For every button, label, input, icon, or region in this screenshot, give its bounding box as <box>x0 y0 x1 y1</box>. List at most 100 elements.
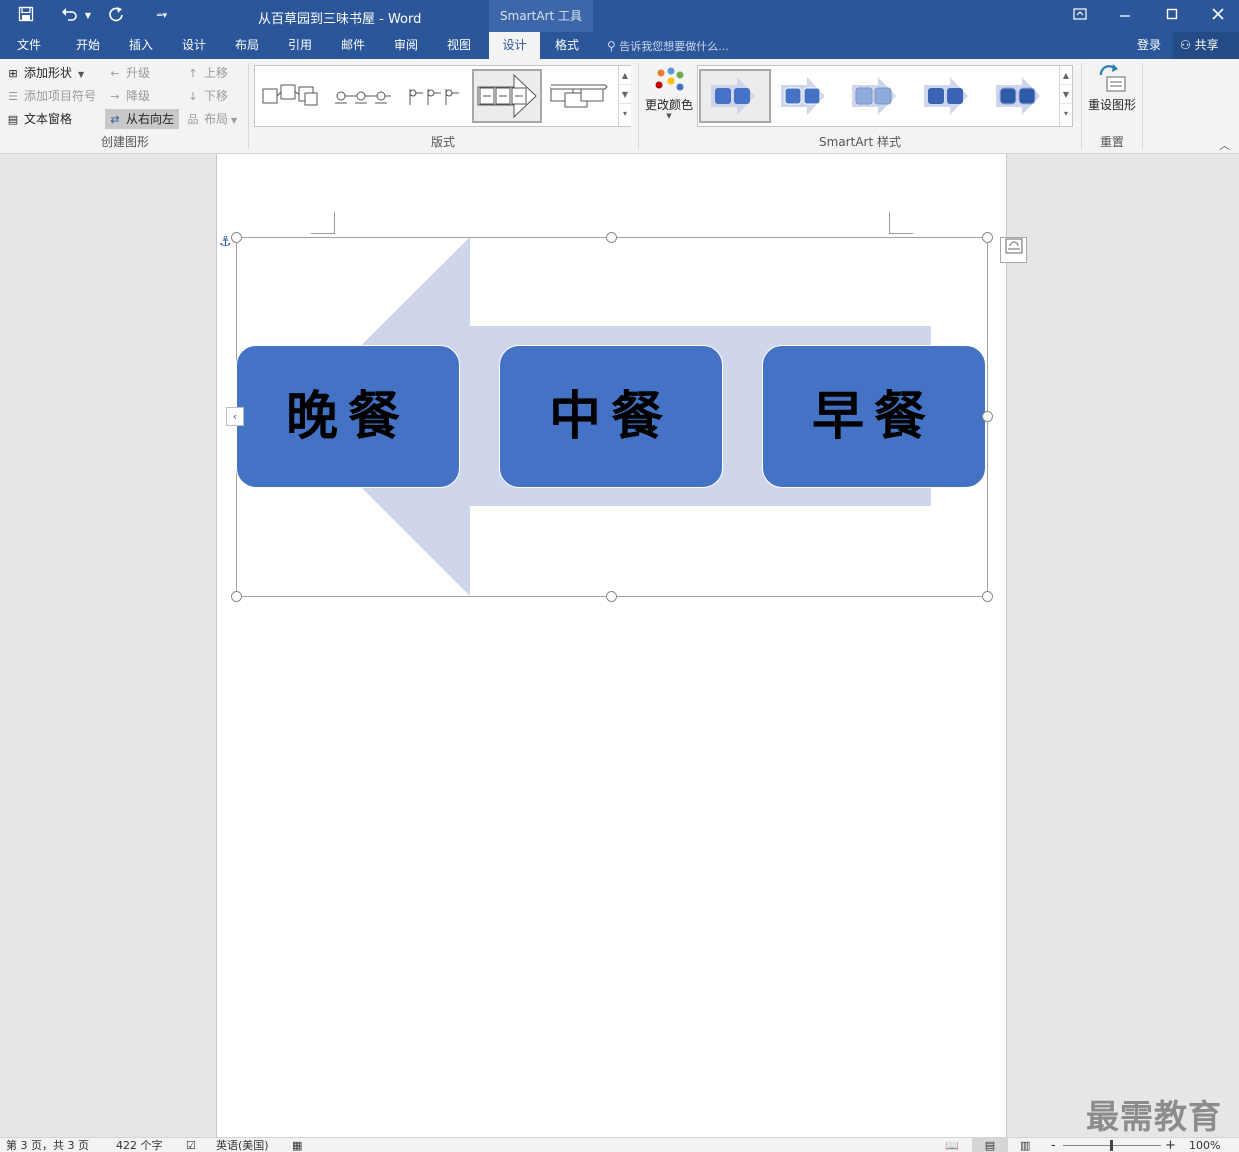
tab-file[interactable]: 文件 <box>5 32 53 59</box>
smartart-box-dinner[interactable]: 晚餐 <box>236 345 460 488</box>
chevron-down-icon: ▼ <box>666 112 672 120</box>
zoom-in-button[interactable]: + <box>1165 1138 1176 1152</box>
zoom-level[interactable]: 100% <box>1189 1138 1220 1152</box>
expand-gallery-icon[interactable]: ▾ <box>1060 104 1072 123</box>
share-button[interactable]: ⚇ 共享 <box>1173 32 1239 59</box>
status-bar: 第 3 页，共 3 页 422 个字 ☑ 英语(美国) ▦ 📖 ▤ ▥ - + … <box>0 1137 1239 1152</box>
minimize-icon[interactable] <box>1111 5 1139 27</box>
watermark-logo: 最需教育 <box>1086 1097 1222 1136</box>
person-icon: ⚇ <box>1180 38 1191 52</box>
tell-me-search[interactable]: ⚲ 告诉我您想要做什么... <box>607 38 729 55</box>
chevron-up-icon[interactable]: ▲ <box>619 66 631 85</box>
layouts-group-label: 版式 <box>430 135 455 149</box>
text-pane-toggle-icon[interactable]: ‹ <box>226 407 244 426</box>
hierarchy-icon: 品 <box>187 113 199 126</box>
resize-handle-right[interactable] <box>982 411 993 422</box>
create-graphic-group-label: 创建图形 <box>100 135 149 149</box>
layout-option-4-selected[interactable] <box>472 69 542 123</box>
layout-option-3[interactable] <box>401 69 465 123</box>
resize-handle-bottom-right[interactable] <box>982 591 993 602</box>
layouts-gallery-scroll[interactable]: ▲ ▼ ▾ <box>618 66 631 126</box>
ribbon-tab-row: 文件 开始 插入 设计 布局 引用 邮件 审阅 视图 设计 格式 ⚲ 告诉我您想… <box>0 32 1239 59</box>
tab-insert[interactable]: 插入 <box>117 32 165 59</box>
undo-icon[interactable] <box>58 6 82 26</box>
anchor-icon: ⚓ <box>219 234 232 250</box>
ribbon-display-options-icon[interactable] <box>1066 5 1094 27</box>
arrow-left-icon: ← <box>110 67 120 80</box>
chevron-down-icon[interactable]: ▼ <box>1060 85 1072 104</box>
add-shape-button[interactable]: ⊞ 添加形状 ▼ <box>6 63 84 83</box>
style-option-3[interactable] <box>844 69 910 123</box>
title-bar: ▼ ═▾ 从百草园到三味书屋 - Word SmartArt 工具 <box>0 0 1239 32</box>
reset-graphic-label: 重设图形 <box>1087 98 1136 112</box>
style-option-5[interactable] <box>988 69 1054 123</box>
move-up-button[interactable]: ↑ 上移 <box>186 63 228 83</box>
read-mode-icon[interactable]: 📖 <box>945 1138 959 1152</box>
group-separator <box>638 63 639 149</box>
tab-view[interactable]: 视图 <box>435 32 483 59</box>
arrow-right-icon: → <box>110 90 120 103</box>
smartart-box-lunch[interactable]: 中餐 <box>499 345 723 488</box>
change-colors-button[interactable]: 更改颜色 ▼ <box>642 65 696 129</box>
add-bullet-button[interactable]: ☰ 添加项目符号 <box>6 86 96 106</box>
group-separator <box>1081 63 1082 149</box>
expand-gallery-icon[interactable]: ▾ <box>619 104 631 123</box>
smartart-tools-context-label: SmartArt 工具 <box>489 0 593 32</box>
right-to-left-button[interactable]: ⇄ 从右向左 <box>105 109 180 129</box>
print-layout-icon[interactable]: ▤ <box>972 1138 1008 1152</box>
tab-references[interactable]: 引用 <box>276 32 324 59</box>
page-count[interactable]: 第 3 页，共 3 页 <box>6 1138 89 1152</box>
group-separator <box>248 63 249 149</box>
group-separator <box>1142 63 1143 149</box>
language-indicator[interactable]: 英语(美国) <box>216 1138 269 1152</box>
share-label: 共享 <box>1194 38 1219 52</box>
chevron-up-icon[interactable]: ▲ <box>1060 66 1072 85</box>
customize-quick-access-icon[interactable]: ═▾ <box>152 6 172 26</box>
tab-mailings[interactable]: 邮件 <box>329 32 377 59</box>
layout-option-1[interactable] <box>259 69 323 123</box>
collapse-ribbon-icon[interactable]: ︿ <box>1219 137 1230 153</box>
smartart-box-breakfast[interactable]: 早餐 <box>762 345 986 488</box>
redo-icon[interactable] <box>104 6 128 26</box>
style-option-2[interactable] <box>773 69 839 123</box>
resize-handle-top-left[interactable] <box>231 232 242 243</box>
tab-design[interactable]: 设计 <box>170 32 218 59</box>
close-icon[interactable] <box>1204 5 1232 27</box>
undo-dropdown-icon[interactable]: ▼ <box>82 6 94 26</box>
swap-direction-icon: ⇄ <box>110 113 120 126</box>
tab-layout[interactable]: 布局 <box>223 32 271 59</box>
sign-in-link[interactable]: 登录 <box>1137 37 1161 54</box>
resize-handle-bottom-left[interactable] <box>231 591 242 602</box>
move-down-button[interactable]: ↓ 下移 <box>186 86 228 106</box>
text-pane-icon: ▤ <box>7 113 19 126</box>
layout-option-2[interactable] <box>331 69 395 123</box>
proofing-icon[interactable]: ☑ <box>186 1138 196 1152</box>
word-count[interactable]: 422 个字 <box>116 1138 163 1152</box>
demote-button[interactable]: → 降级 <box>108 86 150 106</box>
styles-gallery-scroll[interactable]: ▲ ▼ ▾ <box>1059 66 1072 126</box>
tab-smartart-format[interactable]: 格式 <box>543 32 591 59</box>
zoom-out-button[interactable]: - <box>1051 1138 1056 1152</box>
resize-handle-top-right[interactable] <box>982 232 993 243</box>
tab-review[interactable]: 审阅 <box>382 32 430 59</box>
style-option-1-selected[interactable] <box>699 69 771 123</box>
zoom-slider-thumb[interactable] <box>1110 1140 1113 1151</box>
web-layout-icon[interactable]: ▥ <box>1020 1138 1030 1152</box>
layout-option-5[interactable] <box>547 69 611 123</box>
maximize-icon[interactable] <box>1158 5 1186 27</box>
save-icon[interactable] <box>14 6 38 26</box>
layout-options-icon[interactable] <box>1000 237 1027 263</box>
promote-button[interactable]: ← 升级 <box>108 63 150 83</box>
tab-smartart-design[interactable]: 设计 <box>489 32 540 59</box>
resize-handle-top[interactable] <box>606 232 617 243</box>
tab-home[interactable]: 开始 <box>64 32 112 59</box>
reset-graphic-button[interactable]: 重设图形 <box>1084 63 1140 123</box>
chevron-down-icon[interactable]: ▼ <box>619 85 631 104</box>
style-option-4[interactable] <box>916 69 982 123</box>
resize-handle-bottom[interactable] <box>606 591 617 602</box>
layout-button[interactable]: 品布局 ▼ <box>186 109 238 129</box>
palette-icon <box>655 67 684 91</box>
text-pane-button[interactable]: ▤ 文本窗格 <box>6 109 72 129</box>
bullet-list-icon: ☰ <box>8 90 18 103</box>
macro-recording-icon[interactable]: ▦ <box>292 1138 302 1152</box>
